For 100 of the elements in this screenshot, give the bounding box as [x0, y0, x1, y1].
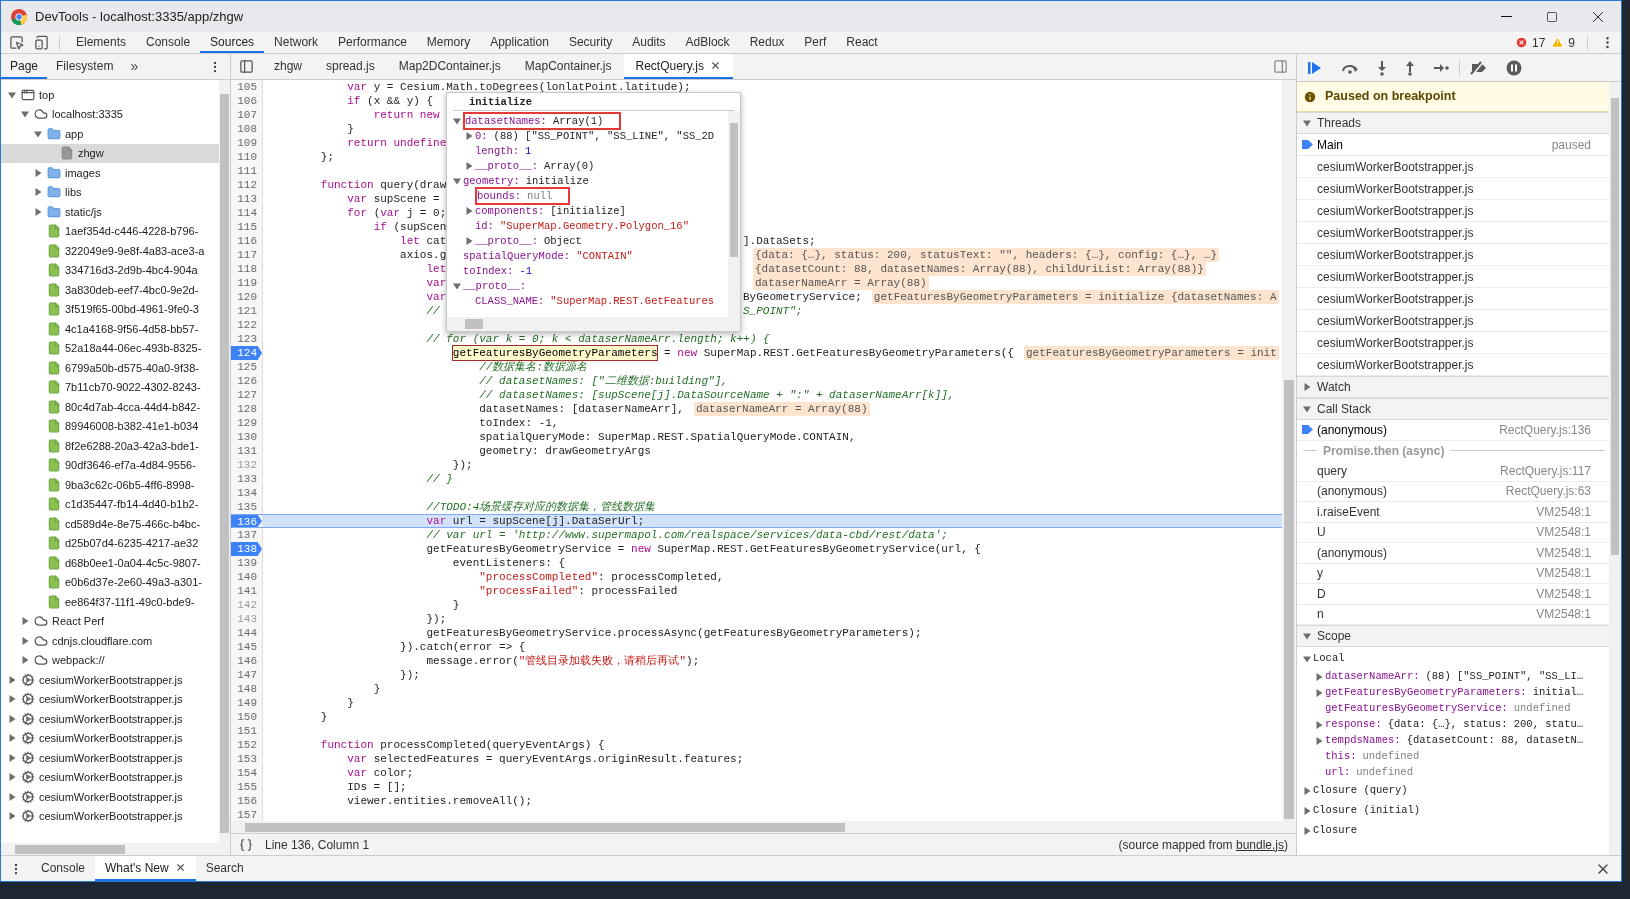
line-number[interactable]: 112 [231, 178, 262, 192]
frame-location[interactable]: VM2548:1 [1536, 564, 1591, 583]
frame-name[interactable]: (anonymous) [1317, 543, 1388, 562]
line-number[interactable]: 125 [231, 360, 262, 374]
line-number[interactable]: 136 [231, 515, 262, 527]
navigator-tab[interactable]: Filesystem [47, 54, 123, 79]
disclosure-triangle-icon[interactable] [1303, 632, 1311, 640]
tree-item[interactable]: 6799a50b-d575-40a0-9f38- [1, 358, 219, 378]
disclosure-triangle-icon[interactable] [1303, 807, 1311, 815]
line-number[interactable]: 124 [231, 346, 262, 360]
frame-name[interactable]: D [1317, 584, 1326, 603]
tree-item[interactable]: cesiumWorkerBootstrapper.js [1, 748, 219, 768]
tree-item[interactable]: cesiumWorkerBootstrapper.js [1, 787, 219, 807]
disclosure-triangle-icon[interactable] [1303, 787, 1311, 795]
tree-item[interactable]: 322049e9-9e8f-4a83-ace3-a [1, 241, 219, 261]
tree-item[interactable]: 4c1a4168-9f56-4d58-bb57- [1, 319, 219, 339]
disclosure-triangle-icon[interactable] [21, 656, 29, 665]
line-number[interactable]: 153 [231, 752, 262, 766]
line-number[interactable]: 105 [231, 80, 262, 94]
panel-tab[interactable]: AdBlock [675, 32, 740, 53]
panel-tab[interactable]: Console [136, 32, 201, 53]
disclosure-triangle-icon[interactable] [1315, 737, 1323, 745]
tree-item[interactable]: images [1, 163, 219, 183]
drawer-tab[interactable]: Search [195, 856, 254, 881]
disclosure-triangle-icon[interactable] [1303, 383, 1311, 391]
tree-item[interactable]: top [1, 85, 219, 105]
tree-item[interactable]: webpack:// [1, 650, 219, 670]
line-number[interactable]: 127 [231, 388, 262, 402]
line-number[interactable]: 135 [231, 500, 262, 514]
disclosure-triangle-icon[interactable] [1315, 721, 1323, 729]
line-number[interactable]: 121 [231, 304, 262, 318]
tree-item[interactable]: 8f2e6288-20a3-42a3-bde1- [1, 436, 219, 456]
thread-name[interactable]: cesiumWorkerBootstrapper.js [1317, 157, 1474, 176]
disclosure-triangle-icon[interactable] [8, 675, 16, 684]
file-tab[interactable]: MapContainer.js [512, 54, 624, 79]
frame-name[interactable]: query [1317, 461, 1348, 480]
panel-tab[interactable]: Performance [328, 32, 417, 53]
line-number[interactable]: 120 [231, 290, 262, 304]
close-icon[interactable] [709, 60, 721, 71]
line-number[interactable]: 123 [231, 332, 262, 346]
panel-tab[interactable]: Perf [794, 32, 837, 53]
tree-item[interactable]: React Perf [1, 611, 219, 631]
panel-tab[interactable]: Network [264, 32, 329, 53]
frame-location[interactable]: RectQuery.js:63 [1505, 482, 1591, 501]
tree-item[interactable]: 1aef354d-c446-4228-b796- [1, 221, 219, 241]
line-number[interactable]: 113 [231, 192, 262, 206]
device-icon[interactable] [34, 35, 49, 50]
tree-item[interactable]: localhost:3335 [1, 104, 219, 124]
tree-item[interactable]: e0b6d37e-2e60-49a3-a301- [1, 572, 219, 592]
panel-tab[interactable]: Audits [622, 32, 676, 53]
frame-name[interactable]: y [1317, 564, 1323, 583]
line-number[interactable]: 118 [231, 262, 262, 276]
line-number[interactable]: 130 [231, 430, 262, 444]
line-number[interactable]: 133 [231, 472, 262, 486]
disclosure-triangle-icon[interactable] [8, 753, 16, 762]
line-number[interactable]: 116 [231, 234, 262, 248]
section-header[interactable]: Threads [1297, 112, 1609, 134]
line-number[interactable]: 138 [231, 542, 262, 556]
thread-name[interactable]: cesiumWorkerBootstrapper.js [1317, 245, 1474, 264]
frame-name[interactable]: n [1317, 605, 1324, 624]
navigator-tab[interactable]: Page [1, 54, 48, 79]
line-number[interactable]: 119 [231, 276, 262, 290]
frame-name[interactable]: (anonymous) [1317, 482, 1388, 501]
inspect-icon[interactable] [9, 35, 24, 50]
line-number[interactable]: 122 [231, 318, 262, 332]
line-number[interactable]: 157 [231, 808, 262, 821]
disclosure-triangle-icon[interactable] [1315, 689, 1323, 697]
frame-name[interactable]: i.raiseEvent [1317, 502, 1380, 521]
tree-item[interactable]: cesiumWorkerBootstrapper.js [1, 670, 219, 690]
tree-item[interactable]: d25b07d4-6235-4217-ae32 [1, 533, 219, 553]
line-number[interactable]: 151 [231, 724, 262, 738]
close-icon[interactable] [174, 862, 186, 873]
line-number[interactable]: 114 [231, 206, 262, 220]
thread-name[interactable]: cesiumWorkerBootstrapper.js [1317, 355, 1474, 374]
line-number[interactable]: 140 [231, 570, 262, 584]
panel-tab[interactable]: Application [480, 32, 559, 53]
disclosure-triangle-icon[interactable] [1303, 655, 1311, 663]
tree-item[interactable]: static/js [1, 202, 219, 222]
frame-location[interactable]: RectQuery.js:136 [1499, 420, 1591, 439]
tree-item[interactable]: zhgw [1, 143, 219, 163]
tree-item[interactable]: cdnjs.cloudflare.com [1, 631, 219, 651]
tree-item[interactable]: cd589d4e-8e75-466c-b4bc- [1, 514, 219, 534]
resume-icon[interactable] [1307, 59, 1323, 76]
disclosure-triangle-icon[interactable] [8, 714, 16, 723]
line-number[interactable]: 147 [231, 668, 262, 682]
tree-item[interactable]: c1d35447-fb14-4d40-b1b2- [1, 494, 219, 514]
pause-on-exceptions-icon[interactable] [1506, 59, 1522, 76]
frame-location[interactable]: VM2548:1 [1536, 502, 1591, 521]
line-number[interactable]: 141 [231, 584, 262, 598]
section-header[interactable]: Call Stack [1297, 398, 1609, 420]
line-number[interactable]: 107 [231, 108, 262, 122]
tree-item[interactable]: d68b0ee1-0a04-4c5c-9807- [1, 553, 219, 573]
tree-item[interactable]: 3a830deb-eef7-4bc0-9e2d- [1, 280, 219, 300]
disclosure-triangle-icon[interactable] [34, 129, 42, 138]
panel-tab[interactable]: Redux [739, 32, 795, 53]
disclosure-triangle-icon[interactable] [465, 236, 473, 245]
step-icon[interactable] [1433, 62, 1449, 73]
thread-name[interactable]: cesiumWorkerBootstrapper.js [1317, 201, 1474, 220]
frame-location[interactable]: VM2548:1 [1536, 584, 1591, 603]
disclosure-triangle-icon[interactable] [8, 812, 16, 821]
